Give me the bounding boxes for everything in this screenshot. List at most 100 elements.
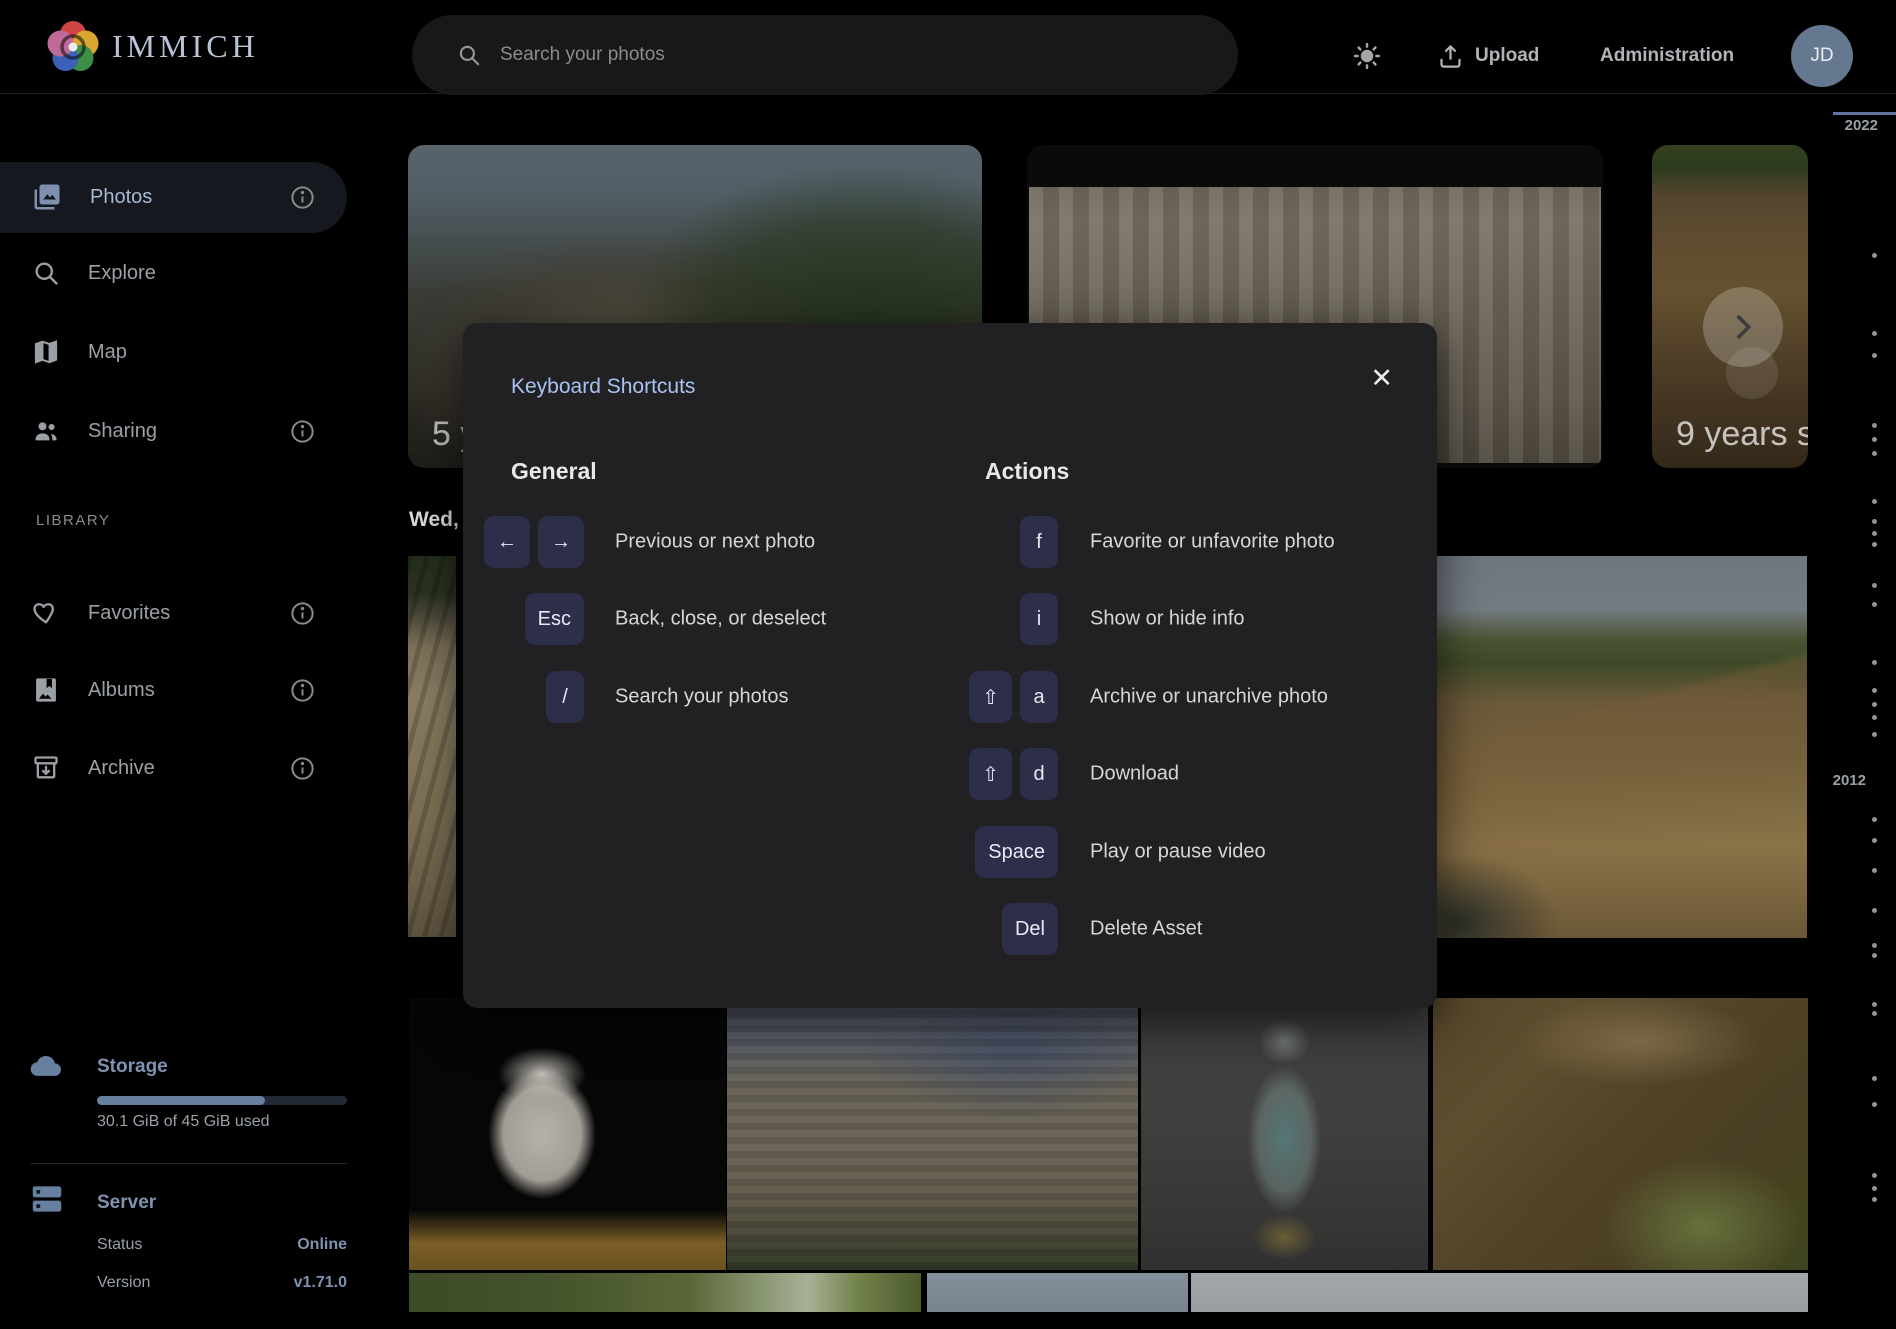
photos-icon [32,182,62,212]
memory-caption: 9 years si [1676,415,1808,454]
user-avatar[interactable]: JD [1791,25,1853,87]
timeline-dot [1872,953,1877,958]
photo-thumbnail[interactable] [1433,998,1808,1270]
photo-thumbnail[interactable] [409,1273,921,1312]
top-bar: IMMICH Search your photos Upload [0,0,1896,94]
memory-card-canyon[interactable]: 9 years si [1652,145,1808,468]
timeline-dot [1872,688,1877,693]
timeline-dot [1872,437,1877,442]
sidebar-divider [30,1163,347,1164]
sharing-people-icon [32,417,60,445]
keyboard-shortcuts-modal: Keyboard Shortcuts ✕ General Actions ← →… [463,323,1437,1008]
key-space: Space [975,826,1058,878]
immich-logo-icon [44,18,102,76]
upload-button[interactable]: Upload [1437,28,1539,84]
sidebar-item-label: Photos [90,186,152,209]
photo-thumbnail[interactable] [727,998,1138,1270]
storage-usage-text: 30.1 GiB of 45 GiB used [97,1113,270,1131]
server-version-value: v1.71.0 [197,1274,347,1292]
timeline-dot [1872,1102,1877,1107]
server-status-value: Online [197,1236,347,1254]
server-version-label: Version [97,1274,150,1292]
shortcut-description: Play or pause video [1090,841,1266,864]
photo-thumbnail[interactable] [1437,556,1807,938]
timeline-dot [1872,602,1877,607]
photo-thumbnail[interactable] [927,1273,1188,1312]
shortcut-description: Favorite or unfavorite photo [1090,531,1335,554]
photo-thumbnail[interactable] [1191,1273,1808,1312]
search-input[interactable]: Search your photos [412,15,1238,95]
photo-thumbnail[interactable] [409,998,726,1270]
sidebar-item-favorites[interactable]: Favorites [0,584,351,642]
timeline-dot [1872,732,1877,737]
sidebar-item-label: Albums [88,679,155,702]
shortcut-description: Download [1090,763,1179,786]
timeline-dot [1872,702,1877,707]
info-icon[interactable] [289,600,316,627]
timeline-dot [1872,1002,1877,1007]
upload-label: Upload [1475,45,1539,67]
shortcut-description: Archive or unarchive photo [1090,686,1328,709]
theme-toggle-button[interactable] [1352,28,1382,84]
sidebar-item-map[interactable]: Map [0,323,351,381]
administration-link[interactable]: Administration [1600,28,1734,84]
shortcut-row: Space Play or pause video [463,826,1437,878]
search-icon [456,42,482,68]
general-section-title: General [511,458,597,485]
sidebar-item-albums[interactable]: Albums [0,661,351,719]
cloud-icon [28,1048,66,1080]
storage-title: Storage [97,1056,168,1078]
timeline-position-marker [1833,112,1896,115]
timeline-date-header: Wed, [409,508,459,532]
timeline-dot [1872,499,1877,504]
timeline-year-top: 2022 [1818,117,1878,134]
timeline-dot [1872,519,1877,524]
search-placeholder: Search your photos [500,44,665,66]
storage-progress-bar [97,1096,347,1105]
timeline-dot [1872,451,1877,456]
server-title: Server [97,1192,156,1214]
timeline-dot [1872,542,1877,547]
timeline-dot [1872,943,1877,948]
timeline-dot [1872,838,1877,843]
sidebar-item-sharing[interactable]: Sharing [0,402,351,460]
next-memory-button[interactable] [1703,287,1783,367]
timeline-dot [1872,817,1877,822]
sidebar-item-label: Archive [88,757,155,780]
info-icon[interactable] [289,677,316,704]
upload-icon [1437,43,1464,70]
info-icon[interactable] [289,755,316,782]
photo-thumbnail[interactable] [1141,998,1428,1270]
timeline-dot [1872,353,1877,358]
timeline-dot [1872,908,1877,913]
close-icon[interactable]: ✕ [1370,365,1393,392]
sidebar-item-label: Favorites [88,602,170,625]
key-shift: ⇧ [969,671,1012,723]
map-icon [32,338,60,366]
key-a: a [1020,671,1058,723]
shortcut-row: i Show or hide info [463,593,1437,645]
timeline-dot [1872,1186,1877,1191]
shortcut-row: f Favorite or unfavorite photo [463,516,1437,568]
sidebar-item-photos[interactable]: Photos [0,168,351,226]
shortcut-description: Delete Asset [1090,918,1202,941]
album-icon [32,676,60,704]
shortcut-row: ⇧ d Download [463,748,1437,800]
shortcut-description: Show or hide info [1090,608,1245,631]
photo-thumbnail[interactable] [408,556,456,937]
info-icon[interactable] [289,184,316,211]
immich-app: IMMICH Search your photos Upload [0,0,1896,1329]
sidebar-item-archive[interactable]: Archive [0,739,351,797]
key-f: f [1020,516,1058,568]
sidebar-item-explore[interactable]: Explore [0,244,351,302]
timeline-dot [1872,253,1877,258]
info-icon[interactable] [289,418,316,445]
chevron-right-icon [1726,310,1760,344]
archive-box-icon [32,754,60,782]
modal-title: Keyboard Shortcuts [511,375,695,399]
avatar-initials: JD [1810,45,1833,67]
key-d: d [1020,748,1058,800]
timeline-dot [1872,531,1877,536]
shortcut-row: Del Delete Asset [463,903,1437,955]
heart-icon [32,599,60,627]
